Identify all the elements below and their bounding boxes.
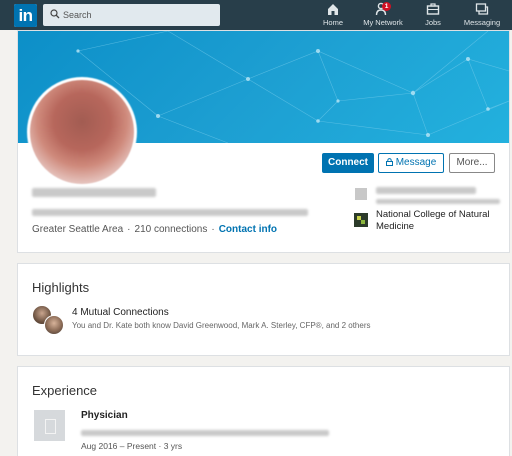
separator-dot: · — [127, 224, 131, 235]
mutual-connections-link[interactable]: 4 Mutual Connections — [72, 307, 169, 318]
home-icon — [318, 2, 348, 18]
message-button[interactable]: Message — [378, 153, 444, 173]
position-title[interactable]: Physician — [81, 410, 128, 421]
location-text: Greater Seattle Area — [32, 224, 124, 235]
redacted-name — [32, 188, 156, 197]
notification-badge: 1 — [382, 2, 391, 11]
nav-item-home[interactable]: Home — [318, 2, 348, 29]
redacted-headline — [32, 209, 308, 216]
nav-label-my-network: My Network — [363, 18, 403, 27]
more-button[interactable]: More... — [449, 153, 495, 173]
separator-dot: · — [211, 224, 215, 235]
experience-card: Experience Physician Aug 2016 – Present … — [17, 366, 510, 456]
profile-meta: Greater Seattle Area · 210 connections · Con… — [32, 224, 277, 235]
mutual-avatars[interactable] — [32, 305, 68, 335]
redacted-employer — [81, 430, 329, 436]
redacted-company-line — [376, 199, 500, 204]
briefcase-icon — [420, 2, 446, 18]
top-nav-bar: in Home 1 My Network Jobs Messaging — [0, 0, 512, 30]
position-dates: Aug 2016 – Present · 3 yrs — [81, 441, 183, 451]
search-input[interactable] — [63, 6, 213, 24]
nav-label-home: Home — [322, 18, 343, 27]
profile-photo-avatar[interactable] — [27, 77, 137, 187]
company-placeholder-icon — [34, 410, 65, 441]
nav-label-messaging: Messaging — [463, 18, 501, 27]
connections-count: 210 connections — [134, 224, 208, 235]
highlights-card: Highlights 4 Mutual Connections You and … — [17, 263, 510, 356]
company-logo-icon — [355, 188, 367, 200]
contact-info-link[interactable]: Contact info — [219, 224, 277, 235]
nav-item-messaging[interactable]: Messaging — [462, 2, 502, 29]
logo-text: in — [14, 4, 37, 27]
lock-icon — [385, 158, 393, 166]
experience-title: Experience — [32, 383, 98, 398]
nav-item-jobs[interactable]: Jobs — [420, 2, 446, 29]
nav-item-my-network[interactable]: 1 My Network — [360, 2, 406, 29]
chat-icon — [462, 2, 502, 18]
school-logo-icon — [354, 213, 368, 227]
search-icon — [50, 9, 60, 19]
profile-card: Connect Message More... Greater Seattle … — [17, 30, 510, 253]
highlights-title: Highlights — [32, 280, 90, 295]
message-button-label: Message — [395, 157, 437, 168]
mutual-connections-detail: You and Dr. Kate both know David Greenwo… — [72, 321, 371, 330]
linkedin-logo[interactable]: in — [14, 4, 37, 27]
school-name[interactable]: National College of Natural Medicine — [376, 209, 504, 233]
search-box[interactable] — [43, 4, 220, 26]
mutual-avatar — [44, 315, 64, 335]
connect-button[interactable]: Connect — [322, 153, 374, 173]
nav-label-jobs: Jobs — [425, 18, 441, 27]
redacted-company — [376, 187, 476, 194]
